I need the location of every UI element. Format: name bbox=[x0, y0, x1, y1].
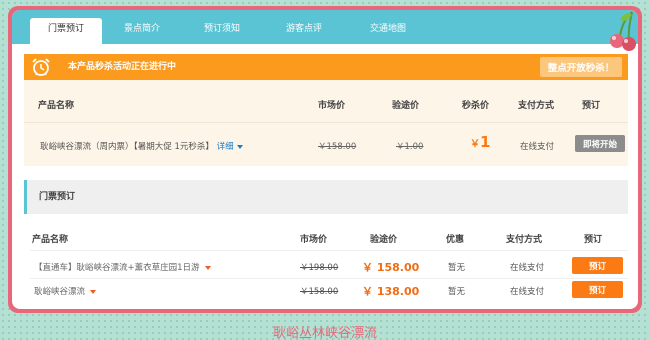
divider bbox=[30, 250, 628, 251]
ticket-header-payment: 支付方式 bbox=[506, 235, 543, 245]
tab-booking-notice[interactable]: 预订须知 bbox=[186, 18, 258, 44]
coming-soon-button[interactable]: 即将开始 bbox=[575, 135, 625, 152]
caret-down-icon bbox=[236, 144, 243, 149]
table-row[interactable]: 耿峪峡谷漂流 bbox=[34, 285, 97, 297]
row-market-price: ￥198.00 bbox=[300, 263, 339, 273]
flash-sale-box: 本产品秒杀活动正在进行中 整点开放秒杀！ 产品名称 市场价 验途价 秒杀价 支付… bbox=[24, 54, 628, 166]
flash-header-book: 预订 bbox=[582, 101, 601, 111]
table-row[interactable]: 【直通车】耿峪峡谷漂流+薰衣草庄园1日游 bbox=[34, 261, 211, 273]
ticket-header-discount: 优惠 bbox=[446, 235, 465, 245]
book-button[interactable]: 预订 bbox=[572, 257, 623, 274]
row-discount: 暂无 bbox=[448, 287, 466, 297]
tab-visitor-reviews[interactable]: 游客点评 bbox=[268, 18, 340, 44]
flash-sale-open-button[interactable]: 整点开放秒杀！ bbox=[540, 57, 622, 77]
flash-product-row: 耿峪峡谷漂流（周内票）【暑期大促 1元秒杀】 详细 bbox=[40, 140, 243, 152]
row-payment: 在线支付 bbox=[510, 263, 545, 273]
alarm-clock-icon bbox=[32, 58, 50, 76]
caret-down-icon bbox=[204, 265, 211, 270]
content-frame: 门票预订 景点简介 预订须知 游客点评 交通地图 本产品秒杀活动正在进行中 整点… bbox=[8, 6, 642, 313]
divider bbox=[24, 122, 628, 123]
flash-header-market: 市场价 bbox=[318, 101, 346, 111]
flash-header-payment: 支付方式 bbox=[518, 101, 555, 111]
ticket-header-book: 预订 bbox=[584, 235, 603, 245]
flash-market-price: ￥158.00 bbox=[318, 142, 357, 152]
detail-link[interactable]: 详细 bbox=[217, 142, 243, 152]
ticket-section-header: 门票预订 bbox=[24, 180, 628, 214]
flash-product-name: 耿峪峡谷漂流（周内票）【暑期大促 1元秒杀】 bbox=[40, 142, 214, 152]
tab-bar: 门票预订 景点简介 预订须知 游客点评 交通地图 bbox=[12, 10, 638, 51]
footer-title: 耿峪丛林峡谷漂流 bbox=[272, 326, 377, 340]
tab-traffic-map[interactable]: 交通地图 bbox=[352, 18, 424, 44]
row-verify-price: ￥ 138.00 bbox=[362, 285, 420, 298]
cherry-icon bbox=[610, 11, 636, 51]
flash-header-name: 产品名称 bbox=[38, 101, 75, 111]
row-verify-price: ￥ 158.00 bbox=[362, 261, 420, 274]
ticket-header-verify: 验途价 bbox=[370, 235, 398, 245]
flash-payment: 在线支付 bbox=[520, 142, 555, 152]
tab-ticket-booking[interactable]: 门票预订 bbox=[30, 18, 102, 44]
ticket-header-name: 产品名称 bbox=[32, 235, 69, 245]
flash-header-flash: 秒杀价 bbox=[462, 101, 490, 111]
flash-price: ￥1 bbox=[470, 133, 491, 151]
content-panel: 门票预订 景点简介 预订须知 游客点评 交通地图 本产品秒杀活动正在进行中 整点… bbox=[12, 10, 638, 309]
flash-header-verify: 验途价 bbox=[392, 101, 420, 111]
ticket-header-market: 市场价 bbox=[300, 235, 328, 245]
row-discount: 暂无 bbox=[448, 263, 466, 273]
book-button[interactable]: 预订 bbox=[572, 281, 623, 298]
flash-sale-title: 本产品秒杀活动正在进行中 bbox=[68, 62, 177, 72]
tab-attraction-intro[interactable]: 景点简介 bbox=[106, 18, 178, 44]
row-market-price: ￥158.00 bbox=[300, 287, 339, 297]
divider bbox=[30, 278, 628, 279]
row-payment: 在线支付 bbox=[510, 287, 545, 297]
flash-verify-price: ￥1.00 bbox=[396, 142, 424, 152]
section-title: 门票预订 bbox=[39, 192, 76, 202]
flash-sale-bar: 本产品秒杀活动正在进行中 整点开放秒杀！ bbox=[24, 54, 628, 80]
caret-down-icon bbox=[90, 289, 97, 294]
